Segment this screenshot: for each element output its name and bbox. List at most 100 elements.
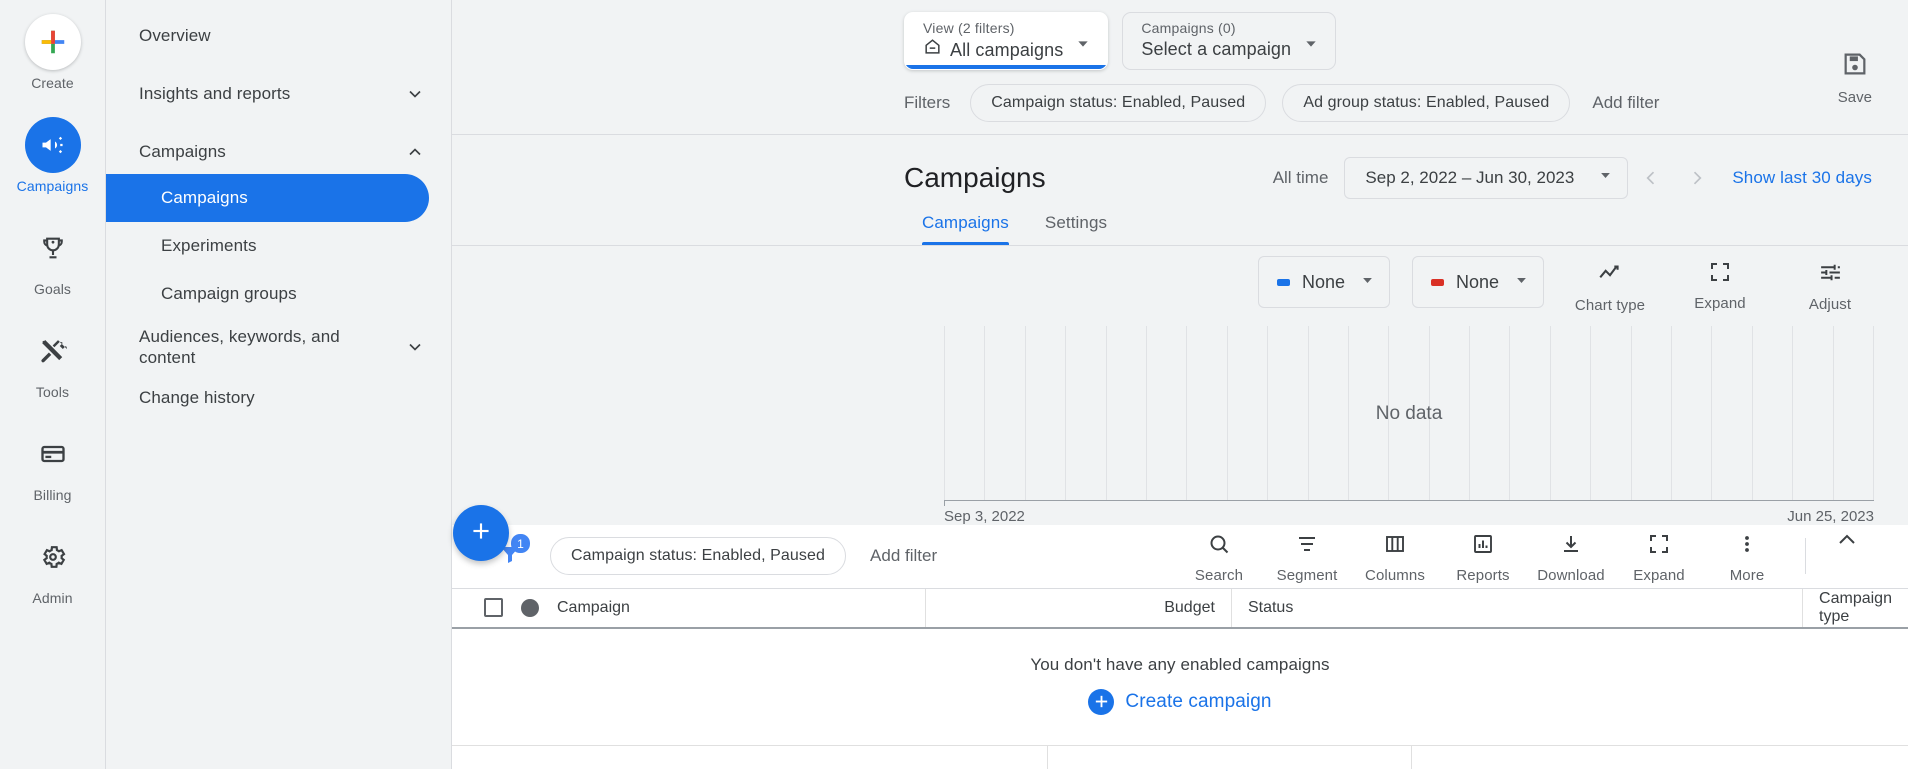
empty-state-message: You don't have any enabled campaigns	[1030, 654, 1330, 674]
metric-selector-right[interactable]: None	[1412, 256, 1544, 308]
rail-label-billing: Billing	[33, 487, 72, 503]
page-title: Campaigns	[904, 162, 1046, 193]
gear-icon	[25, 529, 81, 585]
search-icon	[1207, 532, 1231, 561]
nav-item-change-history[interactable]: Change history	[106, 376, 451, 420]
select-all-checkbox[interactable]	[484, 598, 503, 618]
show-last-30-days-link[interactable]: Show last 30 days	[1732, 168, 1872, 188]
filters-label: Filters	[904, 93, 951, 112]
performance-chart-card: None None Chart type Expand Adjust No da…	[452, 246, 1908, 525]
chart-type-label: Chart type	[1574, 297, 1646, 314]
view-selector-caption: View (2 filters)	[923, 20, 1015, 36]
tools-icon	[25, 323, 81, 379]
chart-x-end-label: Jun 25, 2023	[1787, 508, 1874, 525]
credit-card-icon	[25, 426, 81, 482]
rail-item-tools[interactable]: Tools	[0, 323, 105, 400]
rail-item-goals[interactable]: Goals	[0, 220, 105, 297]
top-toolbar: View (2 filters) All campaigns Campaigns…	[452, 0, 1908, 135]
google-plus-icon	[24, 14, 81, 70]
chart-x-start-label: Sep 3, 2022	[944, 508, 1025, 525]
save-button[interactable]: Save	[1838, 50, 1872, 106]
filter-chip-ad-group-status[interactable]: Ad group status: Enabled, Paused	[1282, 84, 1571, 122]
date-range-picker[interactable]: Sep 2, 2022 – Jun 30, 2023	[1344, 157, 1629, 199]
filter-chip-campaign-status[interactable]: Campaign status: Enabled, Paused	[970, 84, 1267, 122]
chevron-down-icon	[405, 337, 425, 357]
table-segment-button[interactable]: Segment	[1263, 528, 1351, 584]
table-download-button[interactable]: Download	[1527, 528, 1615, 584]
chevron-up-icon	[1835, 528, 1859, 557]
create-campaign-link[interactable]: Create campaign	[1088, 688, 1271, 715]
table-header-status: Status	[1230, 588, 1802, 627]
rail-label-campaigns: Campaigns	[16, 178, 89, 194]
page-tabs: Campaigns Settings	[452, 213, 1908, 245]
toolbar-divider	[452, 134, 1908, 135]
tab-campaigns[interactable]: Campaigns	[904, 213, 1027, 245]
filter-count-badge: 1	[511, 534, 530, 554]
chart-adjust-button[interactable]: Adjust	[1786, 256, 1874, 313]
tune-sliders-icon	[1818, 260, 1843, 290]
collapse-panel-button[interactable]	[1820, 528, 1874, 557]
sidebar-label-campaign-groups: Campaign groups	[161, 284, 297, 303]
add-filter-button[interactable]: Add filter	[1586, 93, 1665, 113]
line-chart-icon	[1597, 260, 1623, 291]
table-header-label-campaign: Campaign	[557, 598, 630, 616]
table-expand-label: Expand	[1633, 567, 1685, 585]
columns-icon	[1383, 532, 1407, 561]
view-selector[interactable]: View (2 filters) All campaigns	[904, 12, 1109, 70]
plus-icon	[468, 518, 494, 549]
nav-item-insights-and-reports[interactable]: Insights and reports	[106, 72, 451, 116]
table-columns-label: Columns	[1365, 567, 1425, 585]
table-more-button[interactable]: More	[1703, 528, 1791, 584]
table-header-label-budget: Budget	[1164, 598, 1215, 616]
table-columns-button[interactable]: Columns	[1351, 528, 1439, 584]
tab-label-settings: Settings	[1044, 213, 1108, 232]
chevron-down-icon	[1075, 36, 1091, 57]
sidebar-item-campaigns[interactable]: Campaigns	[106, 174, 429, 222]
rail-item-admin[interactable]: Admin	[0, 529, 105, 606]
chart-plot-area: No data	[944, 326, 1874, 506]
table-search-button[interactable]: Search	[1175, 528, 1263, 584]
sidebar-item-experiments[interactable]: Experiments	[106, 222, 451, 270]
nav-item-overview[interactable]: Overview	[106, 14, 451, 58]
chart-type-button[interactable]: Chart type	[1566, 256, 1654, 314]
nav-label-campaigns: Campaigns	[139, 142, 226, 162]
create-campaign-fab[interactable]	[453, 505, 509, 561]
chevron-down-icon	[1360, 272, 1375, 293]
table-header-row: Campaign Budget Status Campaign type	[452, 587, 1908, 629]
table-add-filter-button[interactable]: Add filter	[864, 546, 943, 566]
google-ads-app: Create Campaigns Goals Tools Billing Adm…	[0, 0, 1908, 769]
metric-color-dot-red	[1431, 278, 1444, 286]
table-header-budget: Budget	[925, 588, 1231, 627]
filter-bar: Filters Campaign status: Enabled, Paused…	[452, 53, 1908, 134]
campaigns-table-panel: 1 Campaign status: Enabled, Paused Add f…	[452, 525, 1908, 769]
status-dot-icon	[521, 598, 539, 617]
metric-color-dot-blue	[1277, 278, 1290, 286]
table-reports-button[interactable]: Reports	[1439, 528, 1527, 584]
rail-item-billing[interactable]: Billing	[0, 426, 105, 503]
date-range-value: Sep 2, 2022 – Jun 30, 2023	[1365, 168, 1575, 187]
nav-item-campaigns[interactable]: Campaigns	[106, 130, 451, 174]
metric-left-value: None	[1302, 271, 1346, 292]
table-expand-button[interactable]: Expand	[1615, 528, 1703, 584]
main-content: View (2 filters) All campaigns Campaigns…	[452, 0, 1908, 769]
sidebar-label-experiments: Experiments	[161, 236, 257, 255]
rail-item-campaigns[interactable]: Campaigns	[0, 117, 105, 194]
chevron-up-icon	[405, 142, 425, 162]
campaign-selector[interactable]: Campaigns (0) Select a campaign	[1122, 12, 1337, 70]
table-filter-chip-campaign-status[interactable]: Campaign status: Enabled, Paused	[550, 537, 847, 576]
rail-item-create[interactable]: Create	[0, 14, 105, 91]
tab-settings[interactable]: Settings	[1027, 213, 1125, 245]
previous-period-button[interactable]	[1628, 157, 1674, 199]
metric-selector-left[interactable]: None	[1258, 256, 1390, 308]
nav-item-audiences-keywords-content[interactable]: Audiences, keywords, and content	[106, 318, 451, 376]
date-range-controls: All time Sep 2, 2022 – Jun 30, 2023 Show…	[1273, 157, 1872, 199]
view-selector-value: All campaigns	[950, 39, 1064, 60]
next-period-button[interactable]	[1674, 157, 1720, 199]
toolbar-vertical-divider	[1805, 538, 1806, 575]
chart-expand-button[interactable]: Expand	[1676, 256, 1764, 312]
sidebar-item-campaign-groups[interactable]: Campaign groups	[106, 270, 451, 318]
chart-controls: None None Chart type Expand Adjust	[452, 256, 1908, 314]
table-header-label-status: Status	[1247, 598, 1294, 616]
nav-label-insights: Insights and reports	[139, 84, 291, 104]
chevron-down-icon	[1514, 272, 1529, 293]
